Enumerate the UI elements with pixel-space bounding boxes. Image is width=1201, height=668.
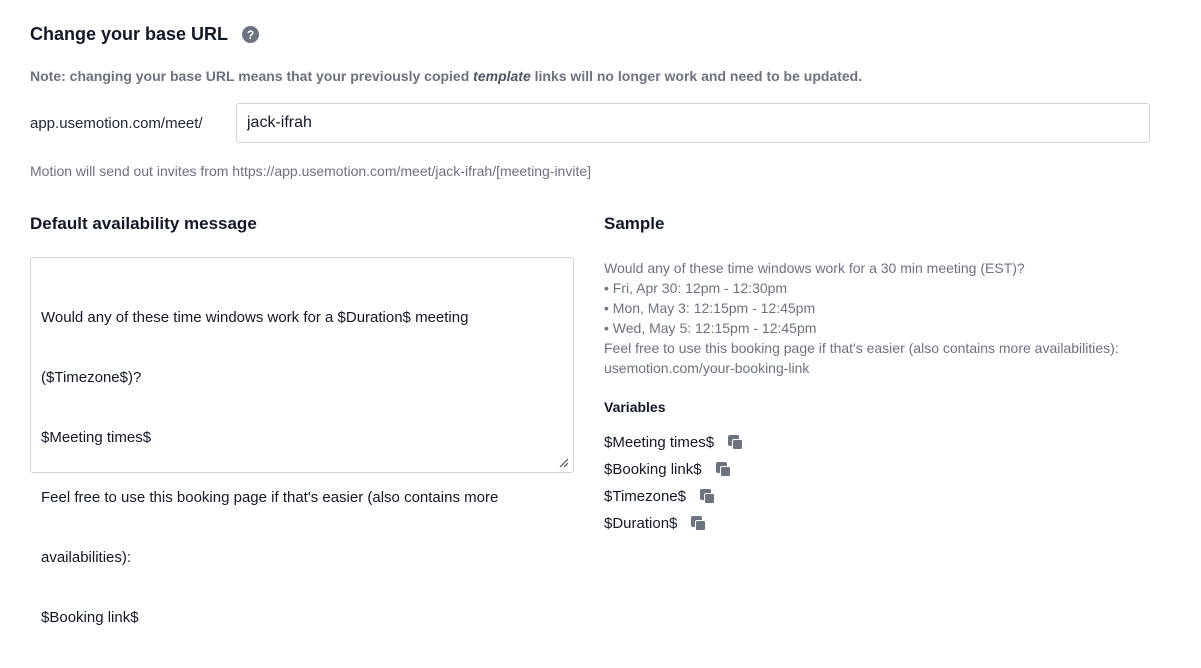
note-suffix: links will no longer work and need to be… (530, 68, 863, 84)
base-url-note: Note: changing your base URL means that … (30, 68, 862, 84)
message-line: Would any of these time windows work for… (41, 309, 469, 326)
message-line: ($Timezone$)? (41, 369, 142, 386)
copy-icon[interactable] (691, 515, 707, 532)
availability-message-textarea[interactable]: Would any of these time windows work for… (30, 257, 574, 626)
variable-row-duration: $Duration$ (604, 515, 707, 532)
help-icon[interactable]: ? (242, 26, 260, 43)
base-url-slug-input[interactable] (236, 103, 1150, 143)
sample-message: Would any of these time windows work for… (604, 258, 1184, 378)
variable-name: $Timezone$ (604, 488, 686, 505)
message-line: $Meeting times$ (41, 429, 152, 446)
variable-row-booking-link: $Booking link$ (604, 461, 732, 478)
variable-row-timezone: $Timezone$ (604, 488, 716, 505)
note-emphasis: template (473, 68, 531, 84)
base-url-title: Change your base URL (30, 24, 229, 44)
copy-icon[interactable] (715, 461, 732, 478)
variable-name: $Booking link$ (604, 461, 702, 478)
note-prefix: Note: changing your base URL means that … (30, 68, 474, 84)
message-line: $Booking link$ (41, 609, 139, 626)
copy-icon[interactable] (728, 434, 744, 451)
variable-name: $Meeting times$ (604, 434, 715, 451)
sample-line: Would any of these time windows work for… (604, 260, 1025, 276)
sample-line: • Mon, May 3: 12:15pm - 12:45pm (604, 300, 816, 316)
message-line: availabilities): (41, 549, 132, 566)
variables-title: Variables (604, 399, 666, 415)
availability-message-title: Default availability message (30, 214, 257, 233)
sample-line: • Fri, Apr 30: 12pm - 12:30pm (604, 280, 788, 296)
resize-handle-icon[interactable] (557, 456, 569, 468)
base-url-heading: Change your base URL ? (30, 24, 260, 45)
sample-line: usemotion.com/your-booking-link (604, 360, 810, 376)
variable-row-meeting-times: $Meeting times$ (604, 434, 744, 451)
invite-url-info: Motion will send out invites from https:… (30, 163, 592, 179)
sample-line: • Wed, May 5: 12:15pm - 12:45pm (604, 320, 817, 336)
variable-name: $Duration$ (604, 515, 678, 532)
message-line: Feel free to use this booking page if th… (41, 489, 499, 506)
copy-icon[interactable] (700, 488, 716, 505)
sample-line: Feel free to use this booking page if th… (604, 340, 1119, 356)
sample-title: Sample (604, 214, 665, 233)
url-prefix-label: app.usemotion.com/meet/ (30, 115, 203, 132)
